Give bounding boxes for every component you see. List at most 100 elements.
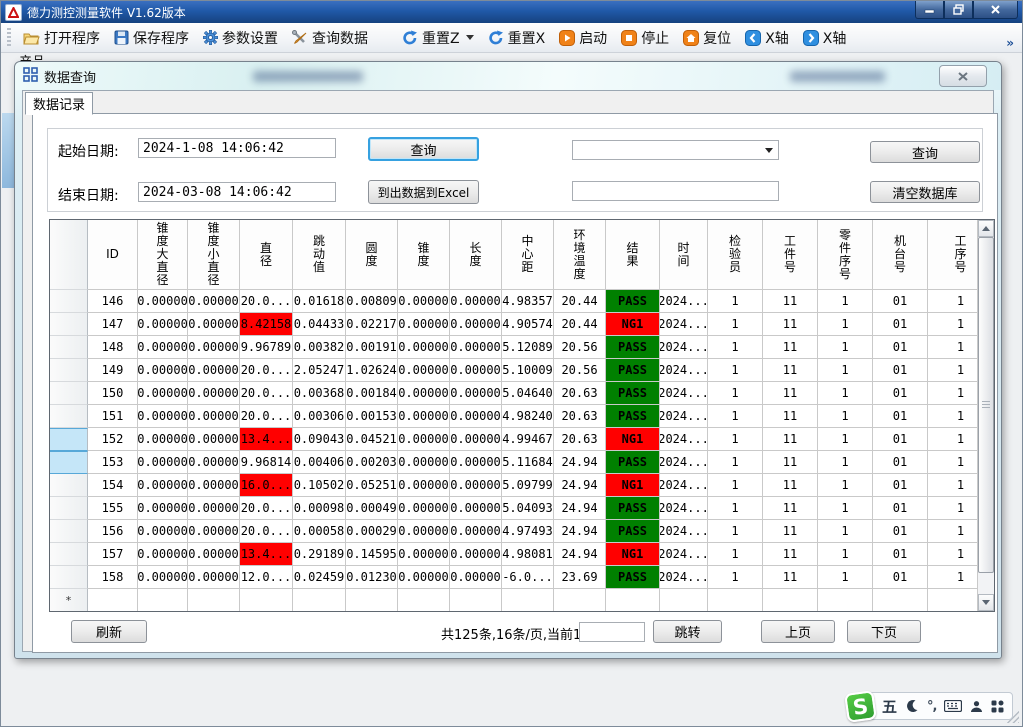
- table-cell[interactable]: 0.00000: [450, 405, 502, 428]
- table-scrollbar[interactable]: [977, 220, 994, 611]
- column-header[interactable]: 结果: [606, 220, 660, 290]
- table-cell[interactable]: 0.00153: [346, 405, 398, 428]
- table-cell[interactable]: 0.00000: [138, 451, 188, 474]
- toolbar-grip[interactable]: [7, 28, 11, 48]
- table-cell[interactable]: 0.00809: [346, 290, 398, 313]
- table-cell[interactable]: 24.94: [554, 543, 606, 566]
- table-cell[interactable]: 11: [763, 566, 818, 589]
- row-header[interactable]: [50, 497, 88, 520]
- table-cell[interactable]: 20.63: [554, 428, 606, 451]
- table-cell[interactable]: 0.00000: [450, 474, 502, 497]
- table-cell[interactable]: 20.0...: [240, 290, 293, 313]
- table-cell[interactable]: 2.05247: [293, 359, 346, 382]
- table-cell[interactable]: 1: [708, 451, 763, 474]
- row-header[interactable]: [50, 359, 88, 382]
- column-header[interactable]: 时间: [660, 220, 708, 290]
- table-cell[interactable]: 4.90574: [502, 313, 554, 336]
- refresh-button[interactable]: 刷新: [71, 620, 147, 643]
- table-cell[interactable]: 0.00000: [188, 359, 240, 382]
- table-cell[interactable]: 5.04640: [502, 382, 554, 405]
- ime-punctuation-toggle[interactable]: °,: [927, 699, 936, 714]
- table-cell[interactable]: 0.00000: [450, 382, 502, 405]
- table-cell[interactable]: 0.00000: [188, 497, 240, 520]
- parameter-settings-button[interactable]: 参数设置: [197, 25, 284, 51]
- save-program-button[interactable]: 保存程序: [108, 25, 195, 51]
- column-header[interactable]: 锥度小直径: [188, 220, 240, 290]
- table-cell[interactable]: 13.4...: [240, 428, 293, 451]
- next-page-button[interactable]: 下页: [847, 620, 921, 643]
- table-cell[interactable]: 0.00000: [450, 290, 502, 313]
- row-header[interactable]: [50, 382, 88, 405]
- table-cell[interactable]: 0.00000: [188, 566, 240, 589]
- table-cell[interactable]: 20.44: [554, 290, 606, 313]
- table-cell[interactable]: 1: [818, 313, 873, 336]
- table-cell[interactable]: 1: [708, 474, 763, 497]
- table-cell[interactable]: 4.98081: [502, 543, 554, 566]
- table-cell[interactable]: 0.00000: [138, 520, 188, 543]
- column-header[interactable]: 直径: [240, 220, 293, 290]
- reset-home-button[interactable]: 复位: [677, 25, 737, 51]
- row-header[interactable]: [50, 336, 88, 359]
- table-cell[interactable]: 0.00000: [450, 543, 502, 566]
- table-cell[interactable]: 151: [88, 405, 138, 428]
- table-cell[interactable]: PASS: [606, 359, 660, 382]
- table-cell[interactable]: [138, 589, 188, 612]
- table-cell[interactable]: 20.0...: [240, 359, 293, 382]
- table-cell[interactable]: 01: [873, 451, 928, 474]
- row-header[interactable]: [50, 520, 88, 543]
- table-cell[interactable]: 01: [873, 566, 928, 589]
- table-cell[interactable]: 149: [88, 359, 138, 382]
- table-cell[interactable]: 5.09799: [502, 474, 554, 497]
- moon-icon[interactable]: [905, 699, 919, 713]
- restore-button[interactable]: [944, 1, 973, 19]
- table-cell[interactable]: 0.00000: [138, 428, 188, 451]
- table-cell[interactable]: [188, 589, 240, 612]
- keyboard-icon[interactable]: [944, 700, 962, 712]
- scroll-up-button[interactable]: [978, 220, 994, 237]
- row-header[interactable]: [50, 313, 88, 336]
- table-cell[interactable]: [502, 589, 554, 612]
- table-cell[interactable]: 0.00000: [188, 520, 240, 543]
- table-cell[interactable]: 0.01618: [293, 290, 346, 313]
- table-cell[interactable]: PASS: [606, 336, 660, 359]
- table-cell[interactable]: 24.94: [554, 497, 606, 520]
- ime-logo[interactable]: S: [844, 690, 877, 723]
- row-header[interactable]: [50, 543, 88, 566]
- table-cell[interactable]: 0.00000: [398, 566, 450, 589]
- table-cell[interactable]: 1: [708, 497, 763, 520]
- table-cell[interactable]: 0.01230: [346, 566, 398, 589]
- table-cell[interactable]: 12.0...: [240, 566, 293, 589]
- table-cell[interactable]: 01: [873, 313, 928, 336]
- table-cell[interactable]: 0.04521: [346, 428, 398, 451]
- column-header[interactable]: 跳动值: [293, 220, 346, 290]
- table-cell[interactable]: [293, 589, 346, 612]
- table-cell[interactable]: 2024...: [660, 405, 708, 428]
- table-cell[interactable]: 11: [763, 290, 818, 313]
- table-cell[interactable]: 1: [818, 382, 873, 405]
- table-cell[interactable]: 1.02624: [346, 359, 398, 382]
- table-cell[interactable]: 147: [88, 313, 138, 336]
- chevron-down-icon[interactable]: [466, 35, 474, 40]
- open-program-button[interactable]: 打开程序: [17, 25, 106, 51]
- table-cell[interactable]: 1: [708, 336, 763, 359]
- table-cell[interactable]: PASS: [606, 520, 660, 543]
- table-cell[interactable]: [88, 589, 138, 612]
- table-cell[interactable]: 0.02217: [346, 313, 398, 336]
- table-cell[interactable]: 01: [873, 474, 928, 497]
- table-cell[interactable]: NG1: [606, 428, 660, 451]
- new-row-marker[interactable]: *: [50, 589, 88, 612]
- start-button[interactable]: 启动: [553, 25, 613, 51]
- export-excel-button[interactable]: 到出数据到Excel: [368, 180, 479, 204]
- table-cell[interactable]: 1: [818, 336, 873, 359]
- table-cell[interactable]: -6.0...: [502, 566, 554, 589]
- table-cell[interactable]: 2024...: [660, 428, 708, 451]
- table-cell[interactable]: 0.00000: [450, 451, 502, 474]
- row-header[interactable]: [50, 290, 88, 313]
- table-cell[interactable]: NG1: [606, 543, 660, 566]
- table-cell[interactable]: 1: [818, 290, 873, 313]
- table-cell[interactable]: 13.4...: [240, 543, 293, 566]
- table-cell[interactable]: 9.96814: [240, 451, 293, 474]
- query-button-2[interactable]: 查询: [870, 141, 980, 163]
- table-cell[interactable]: 0.00000: [188, 405, 240, 428]
- toolbox-grid-icon[interactable]: [991, 700, 1004, 713]
